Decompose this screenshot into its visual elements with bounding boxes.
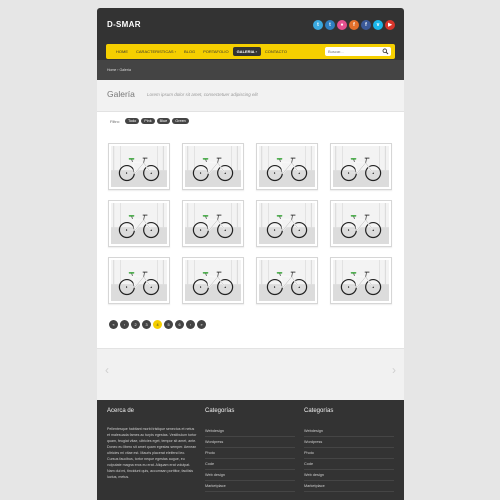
filter-label: Filtro:	[110, 118, 120, 124]
page-button[interactable]: «	[109, 320, 118, 329]
nav-item-blog[interactable]: BLOG	[180, 47, 199, 56]
gallery-filters: Filtro: Todo Pink Blue Green	[110, 118, 189, 124]
gallery-thumbnail[interactable]	[330, 143, 392, 190]
footer-about: Acerca de Pellentesque habitant morbi tr…	[107, 408, 197, 480]
gallery-thumbnail[interactable]	[182, 200, 244, 247]
footer-link[interactable]: Web design	[205, 470, 295, 481]
nav-item-contacto[interactable]: CONTACTO	[261, 47, 291, 56]
gallery-thumbnail[interactable]	[182, 143, 244, 190]
footer-link[interactable]: Wordpress	[205, 437, 295, 448]
bicycle-image	[333, 260, 389, 301]
page-title: Galería	[107, 89, 135, 99]
bicycle-image	[333, 203, 389, 244]
page-button[interactable]: 5	[164, 320, 173, 329]
page-button[interactable]: 6	[175, 320, 184, 329]
footer-link[interactable]: Marketplace	[205, 481, 295, 492]
bicycle-image	[185, 260, 241, 301]
gallery-thumbnail[interactable]	[108, 143, 170, 190]
bicycle-image	[185, 146, 241, 187]
youtube-icon[interactable]: ▶	[385, 20, 395, 30]
nav-item-portafolio[interactable]: PORTAFOLIO	[199, 47, 232, 56]
footer-about-title: Acerca de	[107, 408, 135, 414]
search-icon[interactable]	[382, 48, 389, 55]
filter-todo[interactable]: Todo	[125, 118, 140, 124]
search-input[interactable]	[328, 49, 384, 54]
footer-categories-1: Categorías Webdesign Wordpress Photo Code We…	[205, 408, 295, 492]
bicycle-image	[259, 203, 315, 244]
footer-categories-2: Categorías Webdesign Wordpress Photo Code We…	[304, 408, 394, 492]
main-nav: HOME CARACTERISTICAS › BLOG PORTAFOLIO GALER…	[106, 44, 395, 59]
nav-item-home[interactable]: HOME	[112, 47, 132, 56]
breadcrumb[interactable]: Home › Galería	[107, 68, 131, 72]
gallery-thumbnail[interactable]	[330, 200, 392, 247]
footer-col2-title: Categorías	[205, 408, 235, 414]
slider-next-arrow-icon[interactable]: ›	[392, 363, 396, 377]
filter-pink[interactable]: Pink	[141, 118, 155, 124]
footer-link[interactable]: Webdesign	[304, 426, 394, 437]
slider-prev-arrow-icon[interactable]: ‹	[105, 363, 109, 377]
facebook-icon[interactable]: f	[361, 20, 371, 30]
bicycle-image	[111, 146, 167, 187]
page-button[interactable]: ›	[186, 320, 195, 329]
bicycle-image	[111, 203, 167, 244]
gallery-thumbnail[interactable]	[256, 143, 318, 190]
filter-blue[interactable]: Blue	[156, 118, 171, 124]
page-button[interactable]: 3	[142, 320, 151, 329]
gallery-thumbnail[interactable]	[256, 257, 318, 304]
gallery-thumbnail[interactable]	[330, 257, 392, 304]
gallery-thumbnail[interactable]	[108, 200, 170, 247]
header: D-SMAR t t ● f f v ▶ HOME CARACTERISTICAS › BLOG…	[97, 8, 404, 60]
bicycle-image	[333, 146, 389, 187]
gallery-grid	[108, 143, 392, 304]
page-button[interactable]: »	[197, 320, 206, 329]
bicycle-image	[185, 203, 241, 244]
page-button[interactable]: 2	[131, 320, 140, 329]
gallery-thumbnail[interactable]	[108, 257, 170, 304]
pagination: «‹ 2 3 4 5 6 ›»	[109, 320, 206, 329]
main-content: Galería Lorem ipsum dolor sit amet, cons…	[97, 80, 404, 400]
footer-link[interactable]: Photo	[205, 448, 295, 459]
bicycle-image	[111, 260, 167, 301]
slider-strip: ‹ ›	[97, 348, 404, 400]
page-wrapper: D-SMAR t t ● f f v ▶ HOME CARACTERISTICAS › BLOG…	[97, 8, 404, 500]
search-box	[325, 47, 391, 56]
footer-link[interactable]: Marketplace	[304, 481, 394, 492]
twitter-icon[interactable]: t	[325, 20, 335, 30]
page-button[interactable]: 4	[153, 320, 162, 329]
nav-item-galeria[interactable]: GALERIA ›	[232, 47, 261, 56]
footer-link[interactable]: Photo	[304, 448, 394, 459]
bicycle-image	[259, 146, 315, 187]
nav-item-caracteristicas[interactable]: CARACTERISTICAS ›	[132, 47, 180, 56]
bicycle-image	[259, 260, 315, 301]
breadcrumb-bar: Home › Galería	[97, 60, 404, 80]
page-button[interactable]: ‹	[120, 320, 129, 329]
dribbble-icon[interactable]: ●	[337, 20, 347, 30]
filter-green[interactable]: Green	[172, 118, 189, 124]
gallery-thumbnail[interactable]	[182, 257, 244, 304]
title-band: Galería Lorem ipsum dolor sit amet, cons…	[97, 80, 404, 112]
footer-about-text: Pellentesque habitant morbi tristique se…	[107, 427, 197, 479]
social-icons: t t ● f f v ▶	[313, 20, 395, 30]
page-subtitle: Lorem ipsum dolor sit amet, consectetuer…	[147, 92, 258, 97]
vimeo-icon[interactable]: v	[373, 20, 383, 30]
footer-link[interactable]: Code	[304, 459, 394, 470]
flickr-icon[interactable]: f	[349, 20, 359, 30]
footer-link[interactable]: Wordpress	[304, 437, 394, 448]
footer: Acerca de Pellentesque habitant morbi tr…	[97, 400, 404, 500]
gallery-thumbnail[interactable]	[256, 200, 318, 247]
footer-link[interactable]: Webdesign	[205, 426, 295, 437]
footer-col3-title: Categorías	[304, 408, 334, 414]
site-logo[interactable]: D-SMAR	[107, 20, 141, 29]
footer-link[interactable]: Web design	[304, 470, 394, 481]
twitter-icon[interactable]: t	[313, 20, 323, 30]
footer-link[interactable]: Code	[205, 459, 295, 470]
